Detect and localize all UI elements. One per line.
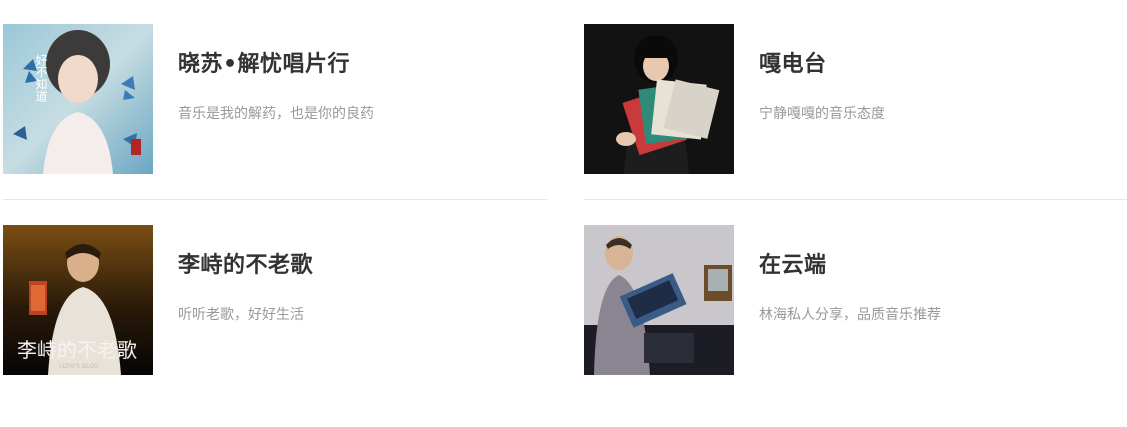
cover-calligraphy: 好不知道: [34, 54, 48, 102]
channel-description: 音乐是我的解药，也是你的良药: [178, 106, 374, 122]
channel-card[interactable]: 在云端 林海私人分享，品质音乐推荐: [584, 225, 1127, 375]
album-cover-vinyl-records[interactable]: [584, 24, 734, 174]
channel-description: 宁静嘎嘎的音乐态度: [759, 106, 885, 122]
cover-logo-text: 李峙的不老歌: [17, 338, 137, 362]
channel-title[interactable]: 晓苏•解忧唱片行: [178, 46, 350, 78]
channel-title[interactable]: 在云端: [759, 247, 827, 279]
channel-description: 听听老歌，好好生活: [178, 307, 304, 323]
row-divider: [3, 199, 547, 200]
channel-title[interactable]: 嘎电台: [759, 46, 827, 78]
album-cover-man-record-player[interactable]: [584, 225, 734, 375]
cover-logo-subtext: LIZHI'S BLOG: [59, 363, 99, 370]
channel-card[interactable]: 好不知道 晓苏•解忧唱片行 音乐是我的解药，也是你的良药: [3, 24, 547, 174]
album-cover-butterfly-woman[interactable]: 好不知道: [3, 24, 153, 174]
channel-title[interactable]: 李峙的不老歌: [178, 247, 313, 279]
channel-card[interactable]: 李峙的不老歌 LIZHI'S BLOG 李峙的不老歌 听听老歌，好好生活: [3, 225, 547, 375]
channel-description: 林海私人分享，品质音乐推荐: [759, 307, 941, 323]
channel-card[interactable]: 嘎电台 宁静嘎嘎的音乐态度: [584, 24, 1127, 174]
album-cover-man-phone[interactable]: 李峙的不老歌 LIZHI'S BLOG: [3, 225, 153, 375]
row-divider: [584, 199, 1127, 200]
